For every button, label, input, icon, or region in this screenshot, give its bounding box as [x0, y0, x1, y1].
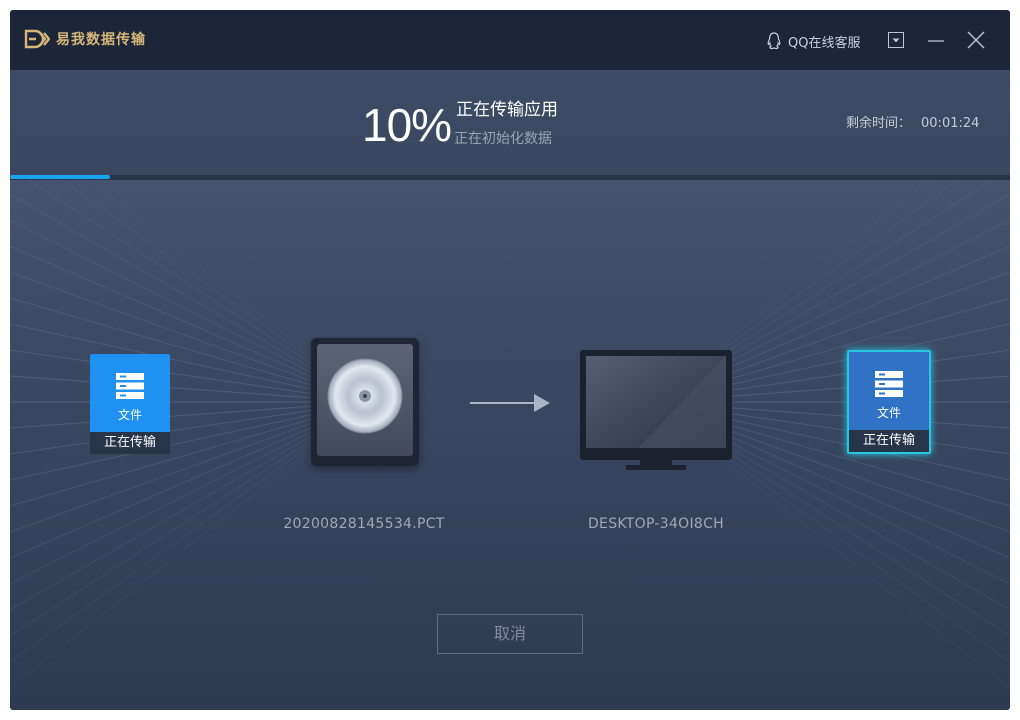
- qq-support-link[interactable]: QQ在线客服: [766, 30, 860, 52]
- close-icon: [967, 31, 985, 49]
- qq-support-label: QQ在线客服: [788, 35, 861, 51]
- app-logo-icon: [24, 29, 50, 49]
- disc-icon: [327, 358, 403, 434]
- source-card-label: 文件: [117, 408, 142, 422]
- progress-percent: 10%: [362, 99, 452, 151]
- destination-computer-name: DESKTOP-34OI8CH: [587, 516, 725, 532]
- transfer-arrow-icon: [470, 394, 550, 412]
- title-bar: 易我数据传输 QQ在线客服: [10, 10, 1010, 70]
- destination-status-card: 文件 正在传输: [847, 350, 931, 454]
- transfer-area: 文件 正在传输 文件 正在传输 20200828145534.PCT DESKT…: [10, 180, 1010, 710]
- cancel-button[interactable]: 取消: [437, 614, 583, 654]
- close-button[interactable]: [964, 28, 988, 52]
- minimize-button[interactable]: [924, 28, 948, 52]
- source-disc-image: [311, 338, 419, 466]
- remaining-time-label: 剩余时间：: [846, 116, 912, 131]
- destination-card-status: 正在传输: [849, 430, 929, 452]
- minimize-icon: [928, 40, 944, 42]
- destination-monitor-icon: [580, 350, 732, 470]
- transfer-status: 正在传输应用: [456, 100, 558, 120]
- source-card-status: 正在传输: [90, 432, 170, 454]
- dropdown-menu-button[interactable]: [884, 28, 908, 52]
- app-title: 易我数据传输: [56, 32, 146, 48]
- progress-bar-fill: [10, 175, 110, 179]
- remaining-time-value: 00:01:24: [921, 116, 980, 131]
- source-status-card: 文件 正在传输: [90, 354, 170, 454]
- progress-header: 10% 正在传输应用 正在初始化数据 剩余时间： 00:01:24: [10, 70, 1010, 180]
- qq-icon: [767, 32, 781, 50]
- source-file-name: 20200828145534.PCT: [283, 516, 445, 532]
- app-window: 易我数据传输 QQ在线客服 10% 正在传输应用 正在初始化数据 剩余时间： 0…: [10, 10, 1010, 710]
- transfer-substatus: 正在初始化数据: [454, 131, 552, 147]
- remaining-time: 剩余时间： 00:01:24: [846, 112, 979, 131]
- file-stack-icon: [875, 371, 903, 397]
- dropdown-icon: [888, 32, 904, 48]
- file-stack-icon: [116, 373, 144, 399]
- destination-card-label: 文件: [876, 406, 901, 420]
